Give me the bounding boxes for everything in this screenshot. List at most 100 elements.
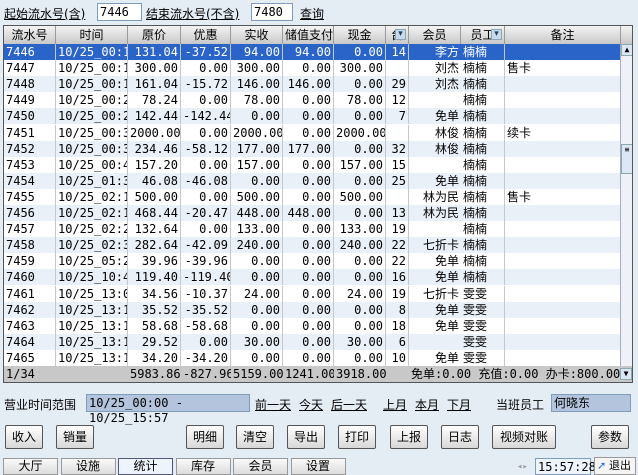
cell-1: 10/25_00:42 — [56, 156, 128, 173]
cell-10 — [505, 221, 621, 238]
filter-dropdown-icon[interactable]: ▾ — [491, 29, 502, 40]
cell-1: 10/25_13:15 — [56, 317, 128, 334]
exit-button[interactable]: ➚ 退出 — [594, 457, 636, 475]
cell-5: 0.00 — [283, 60, 334, 77]
column-header[interactable]: 备注 — [505, 26, 621, 44]
table-row[interactable]: 745610/25_02:15468.44-20.47448.00448.000… — [4, 205, 621, 221]
column-header[interactable]: 流水号 — [4, 26, 56, 44]
cell-3: -119.40 — [183, 269, 231, 286]
scroll-thumb[interactable]: ≡ — [621, 144, 632, 174]
cell-5: 0.00 — [283, 237, 334, 254]
search-button[interactable]: 查询 — [300, 5, 324, 22]
cell-7 — [386, 60, 409, 77]
table-row[interactable]: 746310/25_13:1558.68-58.680.000.000.0018… — [4, 317, 621, 334]
action-button[interactable]: 清空 — [236, 425, 274, 449]
cell-2: 234.46 — [128, 140, 181, 157]
column-header[interactable]: 台▾ — [386, 26, 409, 44]
cell-10 — [505, 269, 621, 286]
cell-7 — [386, 188, 409, 205]
cell-0: 7456 — [4, 205, 56, 221]
action-button[interactable]: 明细 — [186, 425, 224, 449]
tab[interactable]: 设施 — [60, 458, 116, 475]
cell-2: 46.08 — [128, 172, 181, 189]
cell-4: 78.00 — [231, 92, 283, 109]
cell-10 — [505, 92, 621, 109]
action-button[interactable]: 销量 — [56, 425, 94, 449]
column-header[interactable]: 时间 — [56, 26, 128, 44]
column-header[interactable]: 员工 ▾ — [461, 26, 505, 44]
cell-7: 19 — [386, 221, 409, 238]
table-row[interactable]: 746010/25_10:41119.40-119.400.000.000.00… — [4, 269, 621, 286]
cell-0: 7461 — [4, 285, 56, 302]
staff-input[interactable]: 何晓东 — [551, 394, 631, 412]
column-header[interactable]: 现金 — [334, 26, 386, 44]
cell-2: 142.44 — [128, 108, 181, 125]
cell-6: 500.00 — [334, 188, 386, 205]
cell-0: 7458 — [4, 237, 56, 254]
cell-8: 林俊 — [434, 125, 459, 140]
tab[interactable]: 大厅 — [3, 458, 58, 475]
column-header[interactable]: 会员 — [409, 26, 461, 44]
tab[interactable]: 会员 — [233, 458, 288, 475]
range-link[interactable]: 后一天 — [331, 396, 367, 413]
action-button[interactable]: 日志 — [441, 425, 479, 449]
range-link[interactable]: 前一天 — [255, 396, 291, 413]
cell-7: 13 — [386, 205, 409, 221]
action-button[interactable]: 打印 — [338, 425, 376, 449]
table-row[interactable]: 745810/25_02:31282.64-42.09240.000.00240… — [4, 237, 621, 254]
action-button[interactable]: 收入 — [5, 425, 43, 449]
cell-4: 0.00 — [231, 269, 283, 286]
range-input[interactable]: 10/25_00:00 - 10/25_15:57 — [86, 394, 250, 425]
table-row[interactable]: 745910/25_05:2539.96-39.960.000.000.0022… — [4, 253, 621, 270]
cell-1: 10/25_00:36 — [56, 124, 128, 141]
table-row[interactable]: 746410/25_13:1629.520.0030.000.0030.006雯… — [4, 333, 621, 350]
range-link[interactable]: 本月 — [415, 396, 439, 413]
table-row[interactable]: 746510/25_13:1834.20-34.200.000.000.0010… — [4, 349, 621, 366]
table-row[interactable]: 744910/25_00:2678.240.0078.000.0078.0012… — [4, 92, 621, 109]
table-row[interactable]: 746110/25_13:0534.56-10.3724.000.0024.00… — [4, 285, 621, 302]
table-row[interactable]: 745010/25_00:27142.44-142.440.000.000.00… — [4, 108, 621, 125]
cell-6: 0.00 — [334, 140, 386, 157]
cell-2: 34.20 — [128, 349, 181, 366]
column-header[interactable]: 优惠 — [181, 26, 231, 44]
cell-3: -42.09 — [181, 237, 231, 254]
cell-4: 0.00 — [231, 172, 283, 189]
table-row[interactable]: 745310/25_00:42157.200.00157.000.00157.0… — [4, 156, 621, 173]
table-row[interactable]: 745710/25_02:21132.640.00133.000.00133.0… — [4, 221, 621, 238]
range-link[interactable]: 上月 — [383, 396, 407, 413]
end-serial-input[interactable]: 7480 — [251, 3, 293, 21]
table-row[interactable]: 745510/25_02:14500.000.00500.000.00500.0… — [4, 188, 621, 205]
tab[interactable]: 设置 — [290, 458, 346, 475]
table-row[interactable]: 744710/25_00:14300.000.00300.000.00300.0… — [4, 60, 621, 77]
action-button[interactable]: 上报 — [390, 425, 428, 449]
action-button[interactable]: 参数 — [591, 425, 629, 449]
column-header[interactable]: 原价 — [128, 26, 181, 44]
tab[interactable]: 统计 — [118, 458, 173, 475]
scroll-up-icon[interactable]: ▲ — [621, 44, 632, 56]
cell-8 — [409, 221, 461, 237]
table-row[interactable]: 744810/25_00:14161.04-15.72146.00146.000… — [4, 76, 621, 93]
range-link[interactable]: 下月 — [447, 396, 471, 413]
range-link[interactable]: 今天 — [299, 396, 323, 413]
cell-9: 楠楠 — [461, 253, 505, 270]
cell-0: 7452 — [4, 140, 56, 157]
vertical-scrollbar[interactable]: ▲ ≡ — [620, 44, 632, 366]
column-header[interactable]: 实收 — [231, 26, 283, 44]
table-row[interactable]: 746210/25_13:1435.52-35.520.000.000.008免… — [4, 301, 621, 318]
table-row[interactable]: 744610/25_00:10131.04-37.5294.0094.000.0… — [4, 44, 621, 60]
table-header: 流水号时间原价优惠实收储值支付现金台▾会员员工▾备注 — [4, 26, 632, 44]
start-serial-input[interactable]: 7446 — [97, 3, 142, 21]
table-row[interactable]: 745410/25_01:3346.08-46.080.000.000.0025… — [4, 172, 621, 189]
table-row[interactable]: 745210/25_00:37234.46-58.12177.00177.000… — [4, 140, 621, 157]
cell-9: 楠楠 — [461, 76, 505, 93]
cell-4: 448.00 — [231, 205, 283, 221]
tab[interactable]: 库存 — [175, 458, 231, 475]
cell-8: 李方 — [434, 45, 459, 59]
filter-dropdown-icon[interactable]: ▾ — [395, 29, 406, 40]
scroll-down-icon[interactable]: ▼ — [620, 368, 632, 380]
column-header[interactable]: 储值支付 — [283, 26, 334, 44]
action-button[interactable]: 视频对账 — [492, 425, 556, 449]
table-row[interactable]: 745110/25_00:362000.000.002000.000.00200… — [4, 124, 621, 141]
cell-0: 7464 — [4, 333, 56, 350]
action-button[interactable]: 导出 — [287, 425, 325, 449]
